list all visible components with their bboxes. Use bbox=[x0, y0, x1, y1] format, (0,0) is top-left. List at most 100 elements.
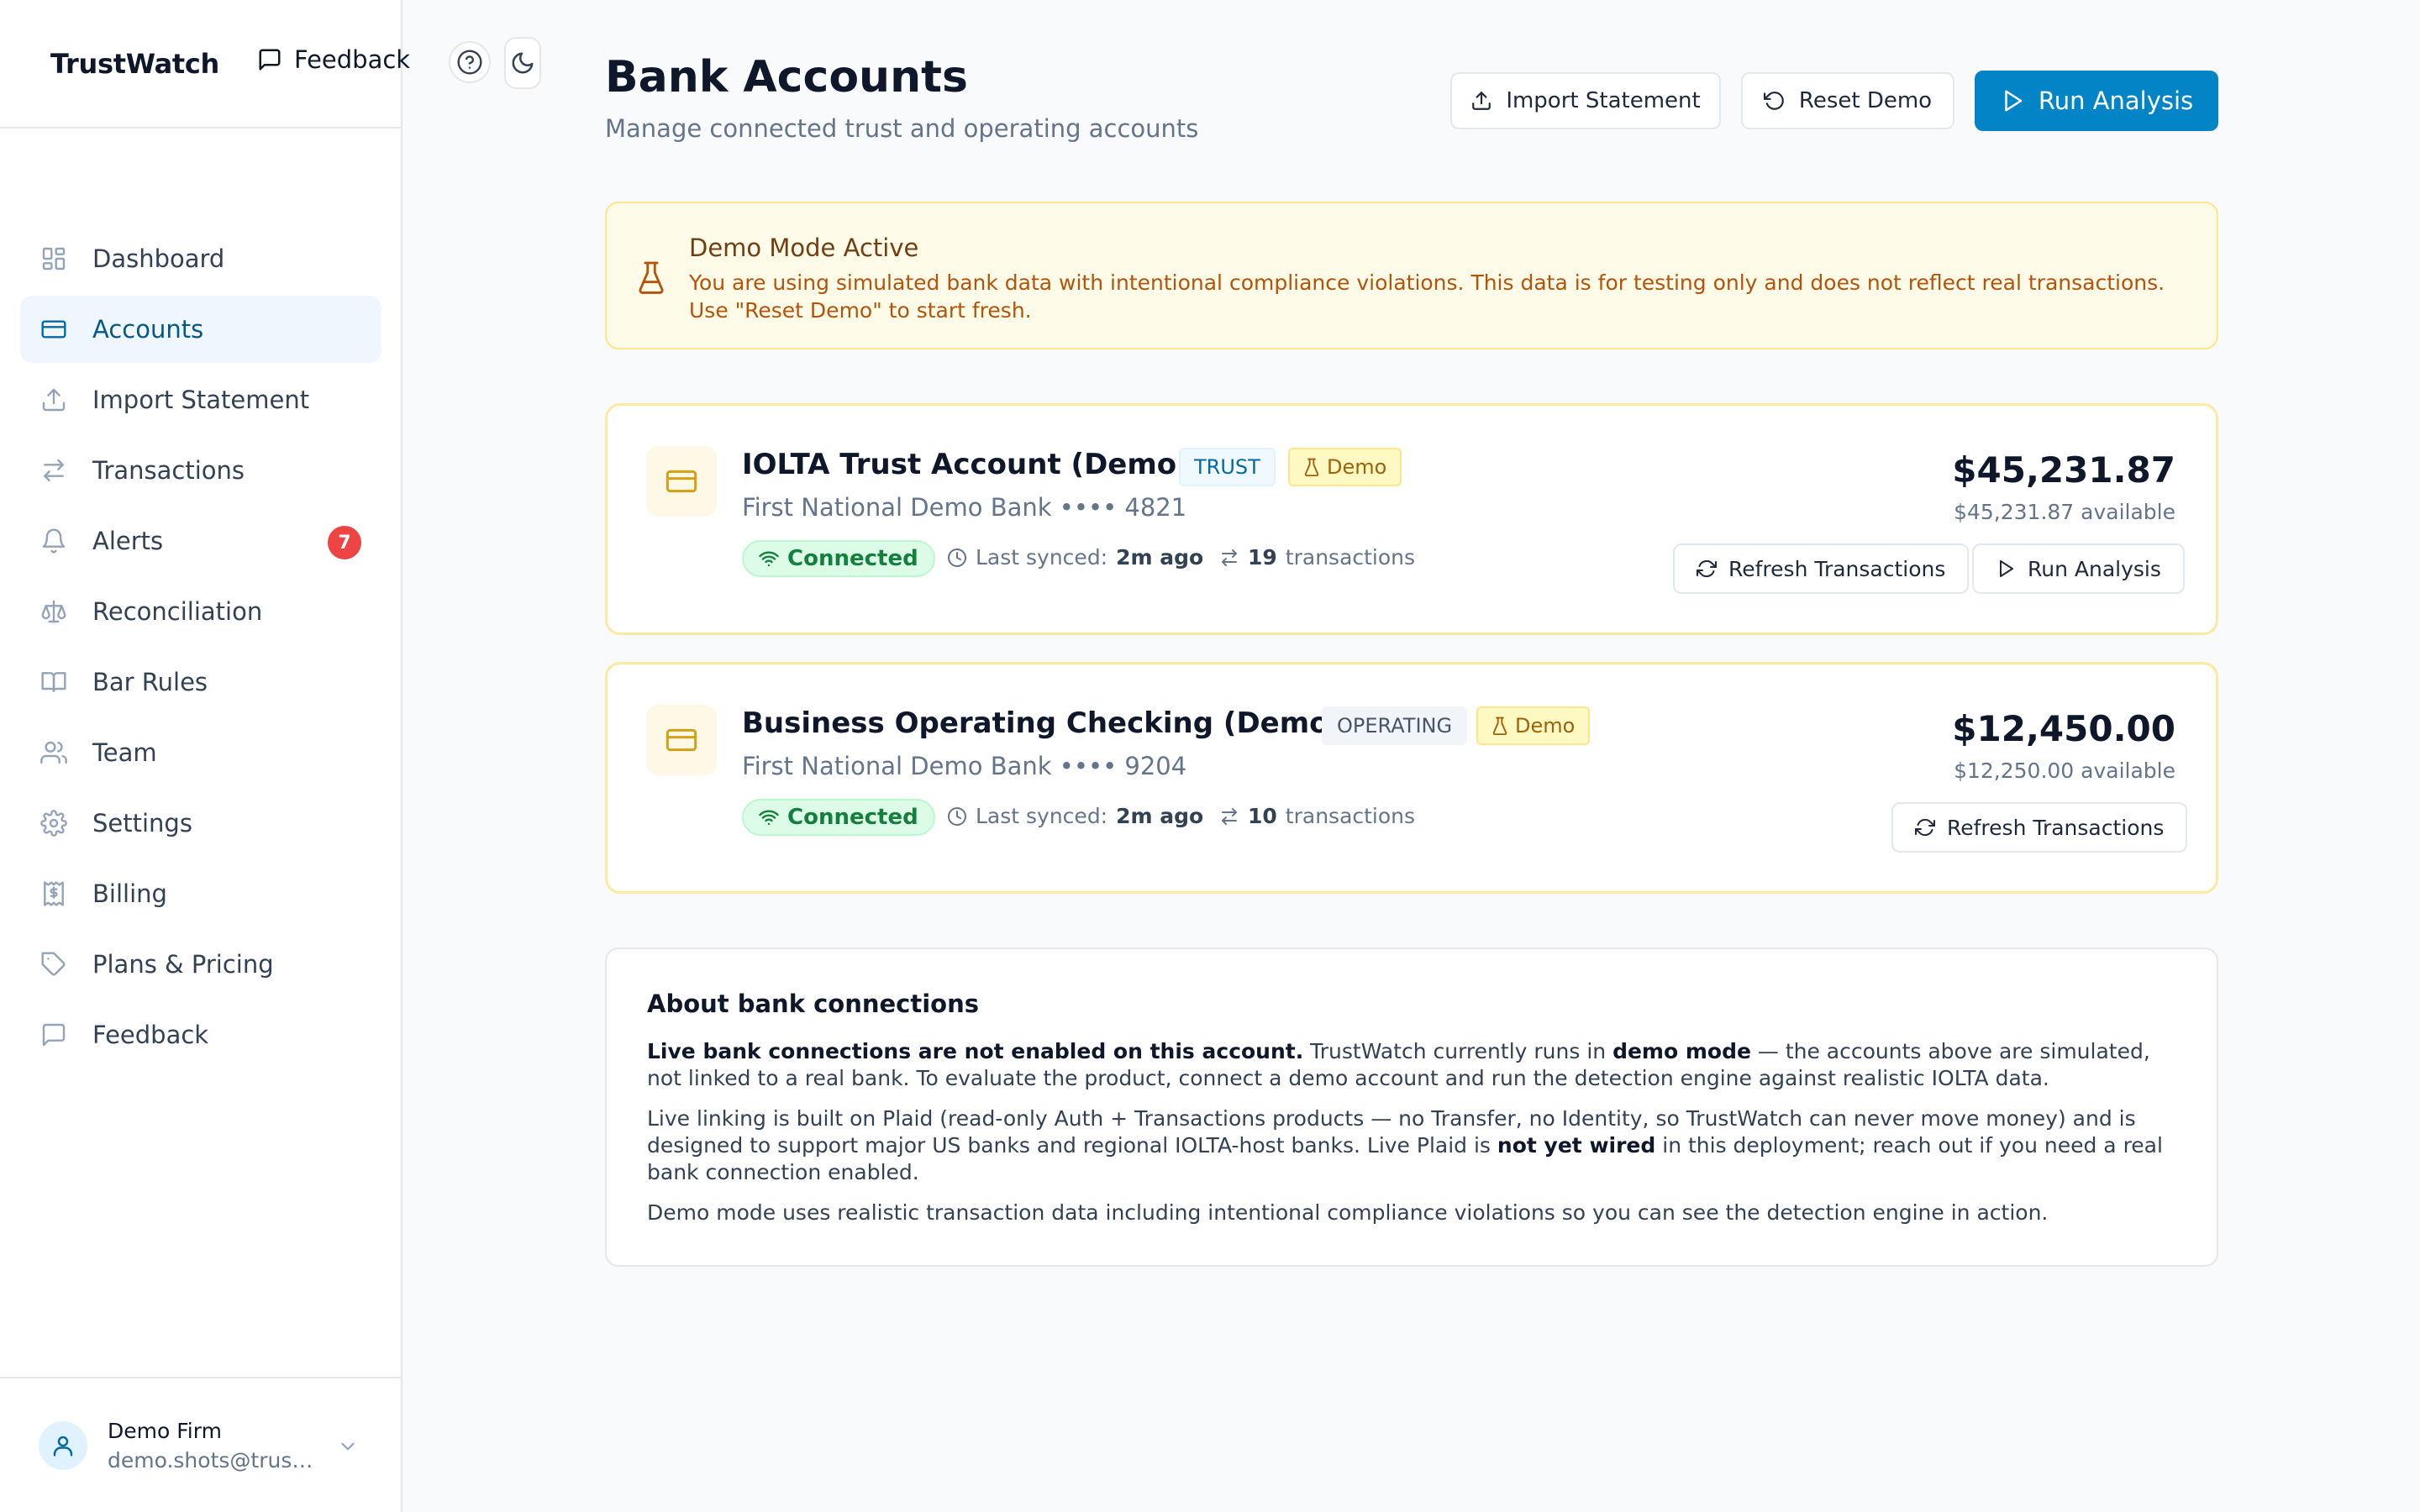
sidebar-item-accounts[interactable]: Accounts bbox=[20, 296, 381, 363]
user-menu[interactable]: Demo Firm demo.shots@trustwatch.app bbox=[0, 1377, 401, 1512]
sidebar-item-import-statement[interactable]: Import Statement bbox=[20, 366, 381, 433]
card-run-analysis-button[interactable]: Run Analysis bbox=[1972, 543, 2185, 594]
sidebar-item-alerts[interactable]: Alerts 7 bbox=[20, 507, 381, 575]
brand-logo[interactable]: TrustWatch bbox=[50, 48, 219, 80]
alerts-count-badge: 7 bbox=[328, 526, 361, 559]
flask-icon bbox=[1491, 717, 1508, 735]
chevron-down-icon[interactable] bbox=[337, 1436, 359, 1457]
credit-card-icon bbox=[665, 723, 698, 757]
account-name: Business Operating Checking (Demo) bbox=[742, 706, 1343, 740]
theme-toggle-button[interactable] bbox=[504, 37, 541, 89]
transaction-count-value: 19 bbox=[1248, 545, 1277, 570]
account-type-label: TRUST bbox=[1194, 455, 1260, 479]
credit-card-icon bbox=[40, 316, 67, 343]
sidebar-item-label: Settings bbox=[92, 809, 192, 837]
import-statement-button[interactable]: Import Statement bbox=[1450, 72, 1721, 129]
demo-mode-banner: Demo Mode Active You are using simulated… bbox=[605, 202, 2218, 349]
sidebar-item-label: Team bbox=[92, 738, 157, 767]
demo-badge: Demo bbox=[1476, 706, 1591, 745]
refresh-transactions-button[interactable]: Refresh Transactions bbox=[1673, 543, 1970, 594]
flask-icon bbox=[1303, 458, 1320, 476]
import-statement-label: Import Statement bbox=[1506, 88, 1701, 113]
last-synced-value: 2m ago bbox=[1116, 545, 1204, 570]
rotate-ccw-icon bbox=[1763, 90, 1786, 112]
status-badge: Connected bbox=[742, 540, 935, 577]
help-button[interactable] bbox=[449, 41, 491, 83]
wifi-icon bbox=[759, 807, 779, 827]
gear-icon bbox=[40, 810, 67, 837]
header-feedback-button[interactable]: Feedback bbox=[257, 45, 410, 74]
demo-badge-label: Demo bbox=[1327, 455, 1387, 479]
about-bank-connections: About bank connections Live bank connect… bbox=[605, 948, 2218, 1267]
bank-info: First National Demo Bank •••• 9204 bbox=[742, 752, 1187, 780]
tag-icon bbox=[40, 951, 67, 978]
banner-title: Demo Mode Active bbox=[689, 234, 919, 262]
bell-icon bbox=[40, 528, 67, 554]
refresh-transactions-button[interactable]: Refresh Transactions bbox=[1891, 802, 2188, 853]
credit-card-icon bbox=[665, 465, 698, 498]
about-p2-bold: not yet wired bbox=[1497, 1133, 1656, 1158]
about-paragraph-1: Live bank connections are not enabled on… bbox=[647, 1038, 2176, 1092]
bank-info: First National Demo Bank •••• 4821 bbox=[742, 493, 1187, 522]
wifi-icon bbox=[759, 549, 779, 569]
help-icon bbox=[456, 49, 483, 76]
upload-icon bbox=[40, 386, 67, 413]
sidebar-item-bar-rules[interactable]: Bar Rules bbox=[20, 648, 381, 716]
available-balance: $45,231.87 available bbox=[1954, 500, 2175, 524]
refresh-transactions-label: Refresh Transactions bbox=[1947, 815, 2165, 840]
user-email: demo.shots@trustwatch.app bbox=[108, 1447, 318, 1473]
message-icon bbox=[40, 1021, 67, 1048]
reset-demo-label: Reset Demo bbox=[1798, 88, 1933, 113]
clock-icon bbox=[947, 548, 967, 568]
sidebar-item-transactions[interactable]: Transactions bbox=[20, 437, 381, 504]
sidebar-item-feedback[interactable]: Feedback bbox=[20, 1001, 381, 1068]
play-icon bbox=[2000, 88, 2025, 113]
account-icon bbox=[646, 446, 717, 517]
sidebar-item-label: Import Statement bbox=[92, 386, 310, 414]
refresh-icon bbox=[1697, 559, 1717, 579]
scale-icon bbox=[40, 598, 67, 625]
run-analysis-label: Run Analysis bbox=[2038, 87, 2194, 115]
last-synced-value: 2m ago bbox=[1116, 804, 1204, 828]
sidebar-item-label: Alerts bbox=[92, 527, 164, 555]
run-analysis-label: Run Analysis bbox=[2028, 556, 2161, 581]
about-title: About bank connections bbox=[647, 990, 979, 1018]
sidebar-item-billing[interactable]: Billing bbox=[20, 860, 381, 927]
sidebar-header: TrustWatch Feedback bbox=[0, 0, 541, 129]
sidebar-item-reconciliation[interactable]: Reconciliation bbox=[20, 578, 381, 645]
account-type-badge: TRUST bbox=[1179, 448, 1276, 486]
demo-badge-label: Demo bbox=[1515, 714, 1576, 738]
arrows-swap-icon bbox=[1219, 806, 1239, 827]
about-paragraph-2: Live linking is built on Plaid (read-onl… bbox=[647, 1105, 2176, 1186]
account-card[interactable]: Business Operating Checking (Demo) OPERA… bbox=[605, 662, 2218, 894]
user-info: Demo Firm demo.shots@trustwatch.app bbox=[108, 1419, 318, 1473]
account-balance: $45,231.87 bbox=[1952, 449, 2175, 491]
last-synced: Last synced: 2m ago bbox=[947, 545, 1203, 570]
dashboard-icon bbox=[40, 245, 67, 272]
clock-icon bbox=[947, 806, 967, 827]
last-synced-label: Last synced: bbox=[976, 545, 1108, 570]
run-analysis-button[interactable]: Run Analysis bbox=[1975, 71, 2218, 131]
upload-icon bbox=[1470, 90, 1492, 112]
refresh-icon bbox=[1915, 817, 1935, 837]
account-type-badge: OPERATING bbox=[1322, 706, 1468, 745]
banner-text: You are using simulated bank data with i… bbox=[689, 270, 2165, 323]
sidebar-nav: Dashboard Accounts Import Statement Tran… bbox=[20, 225, 381, 1072]
header-feedback-label: Feedback bbox=[294, 45, 411, 74]
play-icon bbox=[1996, 559, 2016, 579]
sidebar-item-settings[interactable]: Settings bbox=[20, 790, 381, 857]
sidebar-item-dashboard[interactable]: Dashboard bbox=[20, 225, 381, 292]
moon-icon bbox=[510, 50, 535, 76]
account-card[interactable]: IOLTA Trust Account (Demo) TRUST Demo Fi… bbox=[605, 403, 2218, 635]
sidebar-item-team[interactable]: Team bbox=[20, 719, 381, 786]
about-p1-text-a: TrustWatch currently runs in bbox=[1303, 1039, 1613, 1063]
page-subtitle: Manage connected trust and operating acc… bbox=[605, 114, 1199, 143]
sidebar-item-label: Feedback bbox=[92, 1021, 209, 1049]
sidebar-item-label: Reconciliation bbox=[92, 597, 263, 626]
reset-demo-button[interactable]: Reset Demo bbox=[1741, 72, 1954, 129]
sidebar-item-plans-pricing[interactable]: Plans & Pricing bbox=[20, 931, 381, 998]
avatar bbox=[39, 1420, 87, 1470]
sidebar-item-label: Bar Rules bbox=[92, 668, 208, 696]
user-name: Demo Firm bbox=[108, 1418, 222, 1443]
sidebar-item-label: Billing bbox=[92, 879, 167, 908]
